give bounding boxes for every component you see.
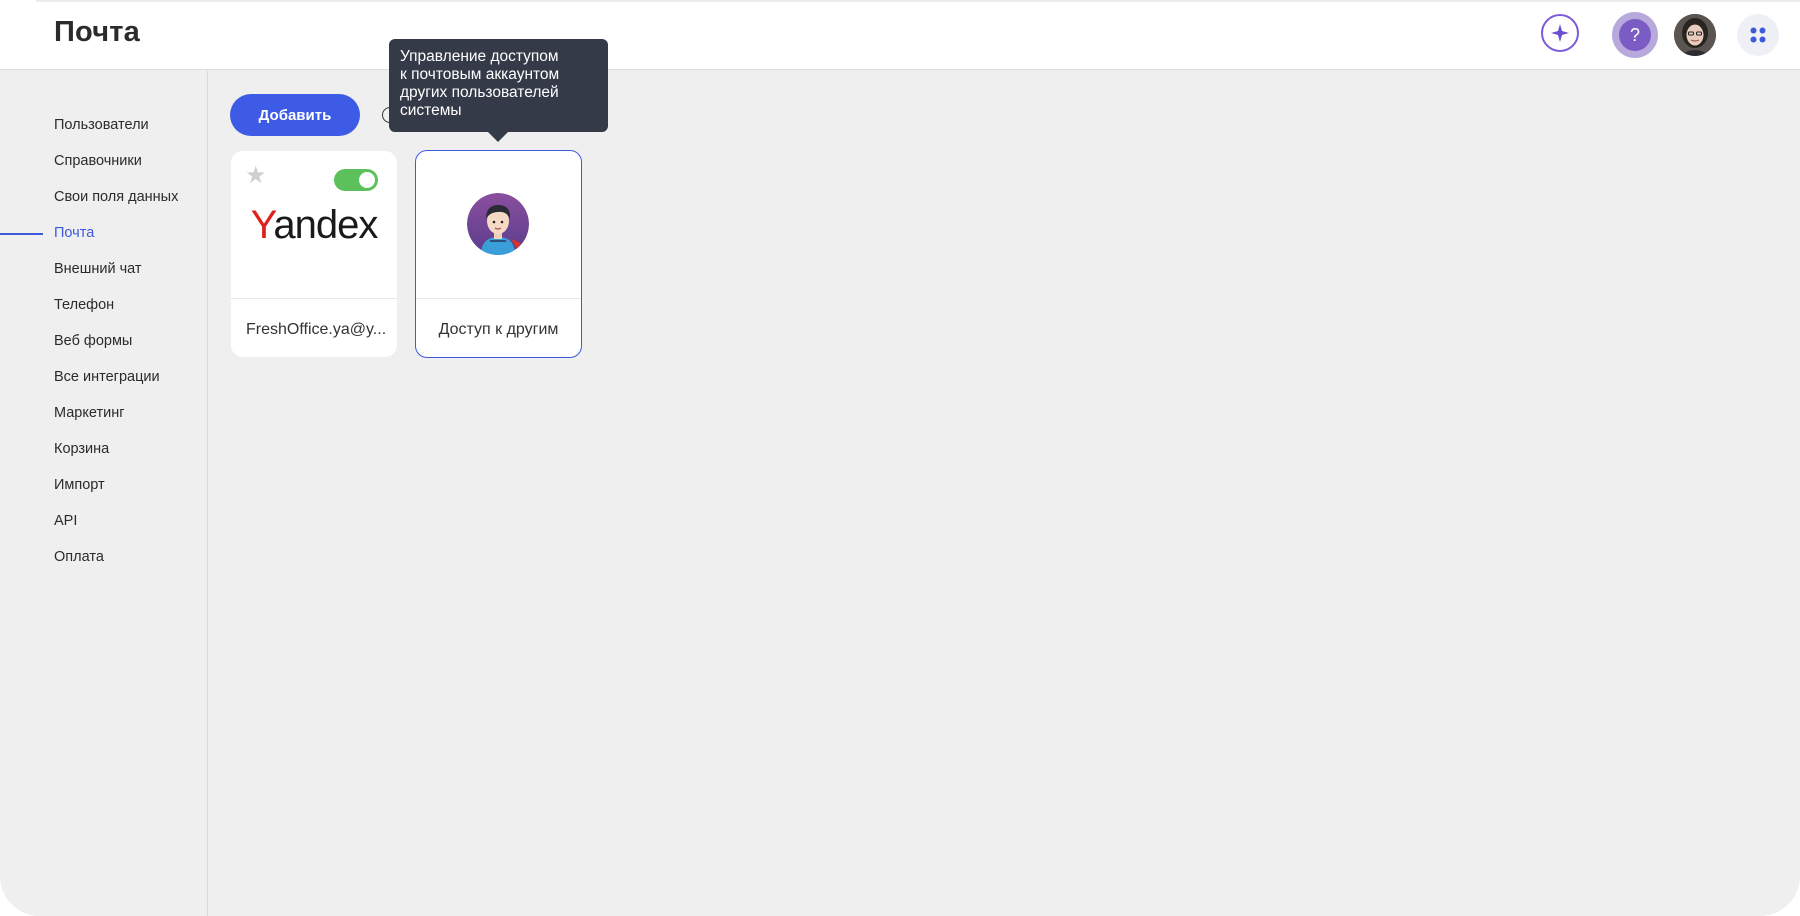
ai-assistant-button[interactable] — [1541, 14, 1579, 52]
sidebar-item-mail[interactable]: Почта — [54, 225, 94, 241]
sidebar-item-api[interactable]: API — [54, 513, 77, 529]
page-title: Почта — [54, 16, 141, 48]
sidebar-item-integrations[interactable]: Все интеграции — [54, 369, 160, 385]
tooltip-line: системы — [400, 102, 462, 119]
card-divider — [416, 298, 581, 299]
sidebar-item-phone[interactable]: Телефон — [54, 297, 114, 313]
help-button[interactable]: ? — [1612, 12, 1658, 58]
apps-grid-icon — [1750, 27, 1766, 43]
question-icon: ? — [1619, 19, 1651, 51]
sidebar-item-custom-fields[interactable]: Свои поля данных — [54, 189, 178, 205]
header: Почта ? — [0, 0, 1800, 70]
tooltip-line: других пользователей — [400, 84, 559, 101]
person-avatar-icon — [467, 193, 529, 255]
sparkle-icon — [1551, 24, 1569, 42]
sidebar-nav: Пользователи Справочники Свои поля данны… — [0, 71, 208, 916]
header-top-line — [36, 0, 1800, 2]
card-divider — [231, 298, 397, 299]
app-frame: Почта ? Пользователи Справочники Свои по… — [0, 0, 1800, 916]
sidebar-item-import[interactable]: Импорт — [54, 477, 105, 493]
sidebar-item-trash[interactable]: Корзина — [54, 441, 109, 457]
sidebar-item-web-forms[interactable]: Веб формы — [54, 333, 132, 349]
tooltip-arrow — [488, 132, 508, 142]
tooltip-line: Управление доступом — [400, 48, 559, 65]
card-label: Доступ к другим — [438, 321, 559, 338]
active-nav-marker — [0, 233, 43, 235]
tooltip-line: к почтовым аккаунтом — [400, 66, 560, 83]
user-avatar-photo — [1674, 14, 1716, 56]
access-others-card[interactable]: Доступ к другим — [415, 150, 582, 358]
yandex-logo: Yandex — [250, 203, 379, 247]
sidebar-item-users[interactable]: Пользователи — [54, 117, 149, 133]
star-icon[interactable]: ★ — [245, 164, 269, 188]
sidebar-item-payment[interactable]: Оплата — [54, 549, 104, 565]
tooltip: Управление доступом к почтовым аккаунтом… — [389, 39, 608, 132]
card-label: FreshOffice.ya@y... — [246, 321, 387, 338]
account-enabled-toggle[interactable] — [334, 169, 378, 191]
toggle-knob — [359, 172, 375, 188]
mail-account-card[interactable]: ★ Yandex FreshOffice.ya@y... — [231, 151, 397, 357]
sidebar-item-external-chat[interactable]: Внешний чат — [54, 261, 142, 277]
sidebar-item-directories[interactable]: Справочники — [54, 153, 142, 169]
user-avatar[interactable] — [1674, 14, 1716, 56]
apps-menu-button[interactable] — [1737, 14, 1779, 56]
sidebar-item-marketing[interactable]: Маркетинг — [54, 405, 125, 421]
add-button[interactable]: Добавить — [230, 94, 360, 136]
